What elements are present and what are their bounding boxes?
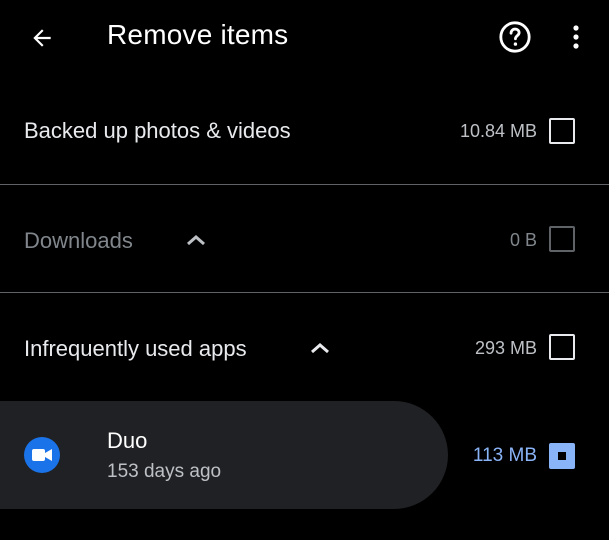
chevron-up-icon[interactable] xyxy=(309,341,331,355)
help-button[interactable] xyxy=(496,18,534,56)
section-infrequent-apps[interactable]: Infrequently used apps 293 MB xyxy=(0,296,609,396)
remove-items-screen: Remove items Backed up photos & videos 1… xyxy=(0,0,609,540)
section-checkbox[interactable] xyxy=(549,334,575,360)
more-options-button[interactable] xyxy=(560,18,592,56)
section-size: 293 MB xyxy=(474,338,537,358)
section-size: 0 B xyxy=(509,230,537,250)
chevron-up-icon[interactable] xyxy=(185,233,207,247)
checkbox-mark xyxy=(558,452,566,460)
back-button[interactable] xyxy=(22,18,62,58)
section-label: Backed up photos & videos xyxy=(24,118,291,143)
help-circle-icon xyxy=(499,21,531,53)
app-list-item[interactable] xyxy=(0,401,448,509)
duo-app-icon xyxy=(24,437,60,473)
section-checkbox[interactable] xyxy=(549,226,575,252)
page-title: Remove items xyxy=(107,19,289,50)
more-vert-icon xyxy=(573,25,579,49)
app-name: Duo xyxy=(107,428,148,453)
divider xyxy=(0,292,609,293)
section-backed-up-photos[interactable]: Backed up photos & videos 10.84 MB xyxy=(0,80,609,180)
app-last-used: 153 days ago xyxy=(107,461,222,482)
section-label: Downloads xyxy=(24,228,133,253)
app-checkbox[interactable] xyxy=(549,443,575,469)
section-downloads[interactable]: Downloads 0 B xyxy=(0,188,609,288)
app-size: 113 MB xyxy=(472,445,537,466)
section-size: 10.84 MB xyxy=(459,121,537,141)
top-app-bar: Remove items xyxy=(0,0,609,76)
duo-video-icon xyxy=(32,449,52,461)
arrow-back-icon xyxy=(33,29,51,47)
section-label: Infrequently used apps xyxy=(24,336,247,361)
divider xyxy=(0,184,609,185)
section-checkbox[interactable] xyxy=(549,118,575,144)
